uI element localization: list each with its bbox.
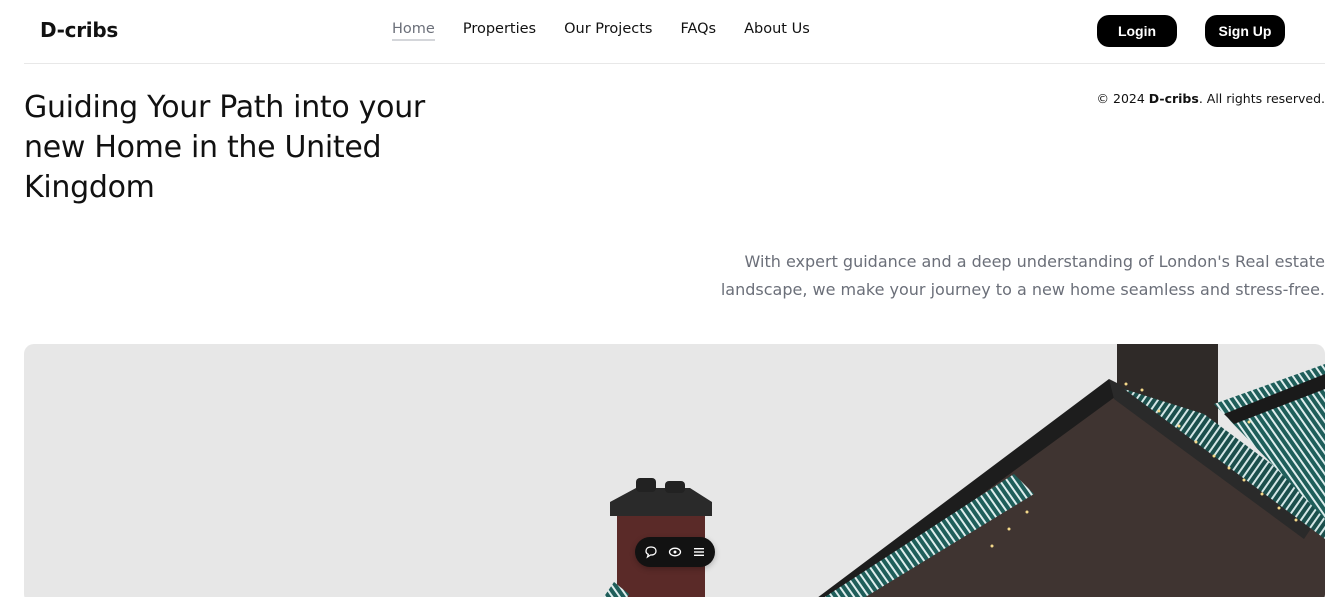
nav-properties[interactable]: Properties: [463, 21, 536, 41]
sign-up-button[interactable]: Sign Up: [1205, 15, 1285, 47]
nav-about-us[interactable]: About Us: [744, 21, 810, 41]
page: D-cribs Home Properties Our Projects FAQ…: [0, 0, 1325, 597]
floating-toolbar: [635, 537, 715, 567]
nav-home[interactable]: Home: [392, 21, 435, 41]
main-nav: Home Properties Our Projects FAQs About …: [392, 21, 810, 41]
logo[interactable]: D-cribs: [40, 18, 118, 42]
login-button[interactable]: Login: [1097, 15, 1177, 47]
copyright-prefix: © 2024: [1096, 91, 1149, 106]
main-roof: [818, 344, 1325, 597]
copyright-suffix: . All rights reserved.: [1198, 91, 1325, 106]
copyright-text: © 2024 D-cribs. All rights reserved.: [1097, 91, 1325, 106]
copyright-brand: D-cribs: [1148, 91, 1199, 106]
eye-icon[interactable]: [667, 544, 683, 560]
chat-icon[interactable]: [643, 544, 659, 560]
nav-faqs[interactable]: FAQs: [680, 21, 716, 41]
hero-description: With expert guidance and a deep understa…: [720, 252, 1325, 299]
menu-icon[interactable]: [691, 544, 707, 560]
navbar: D-cribs Home Properties Our Projects FAQ…: [24, 0, 1325, 64]
nav-our-projects[interactable]: Our Projects: [564, 21, 652, 41]
hero-title: Guiding Your Path into your new Home in …: [24, 90, 425, 205]
